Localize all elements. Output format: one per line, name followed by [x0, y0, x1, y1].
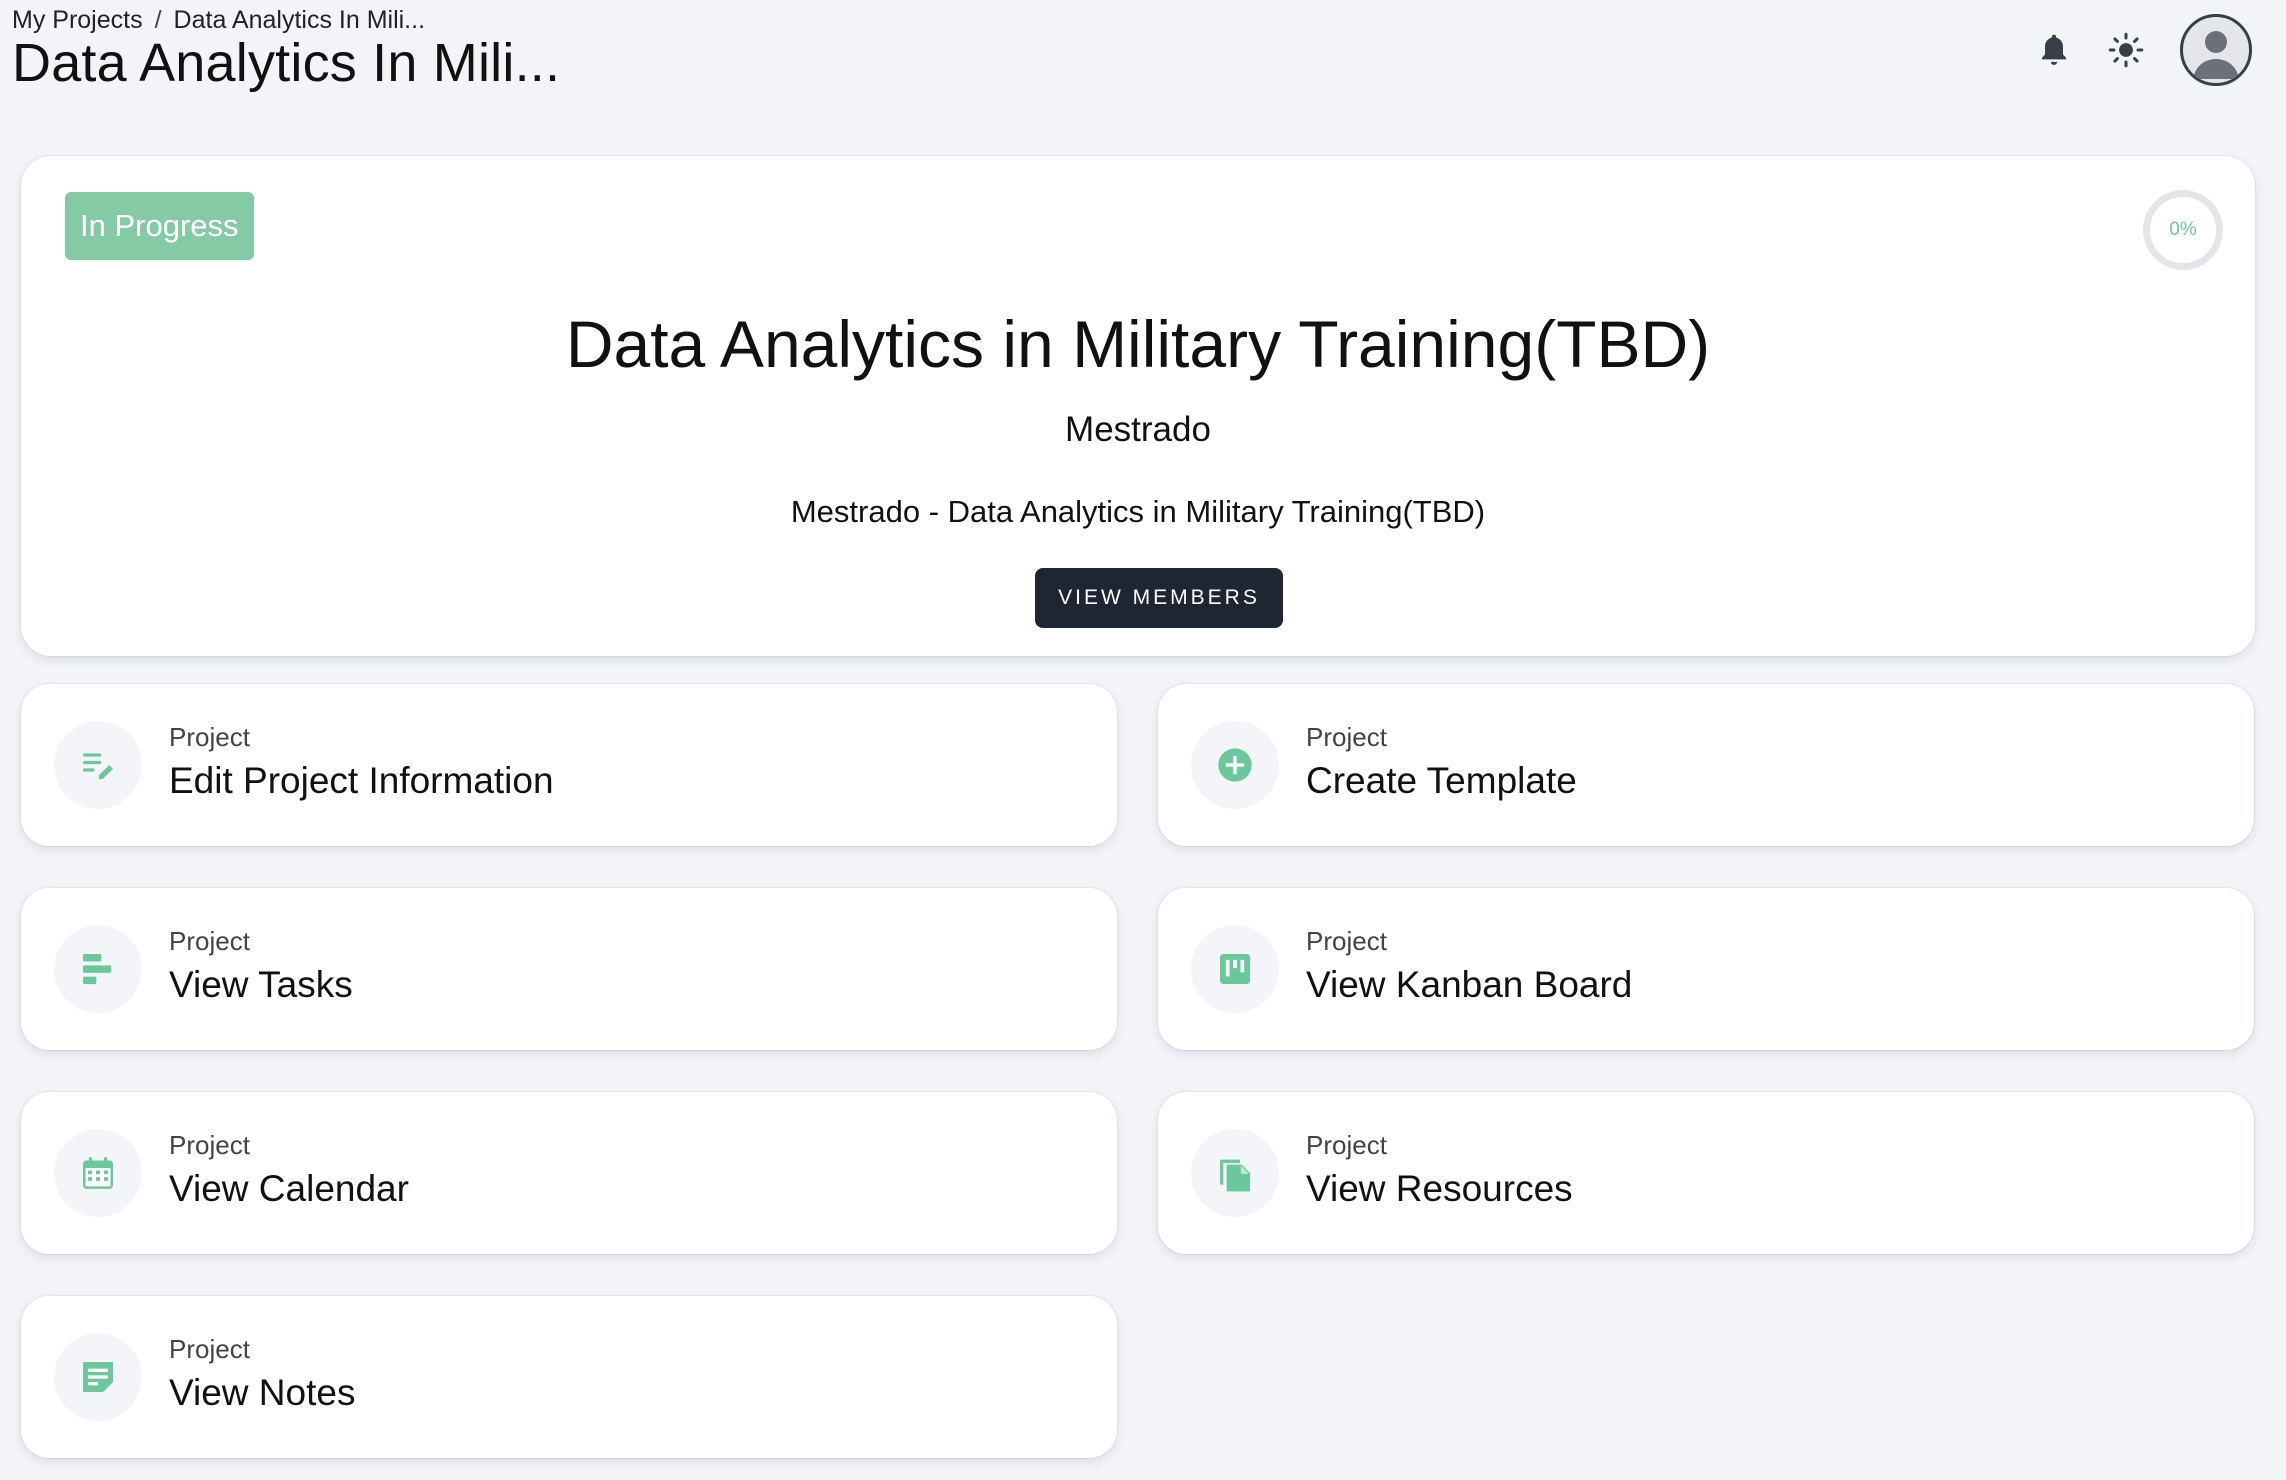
- calendar-icon: [54, 1129, 142, 1217]
- documents-icon: [1191, 1129, 1279, 1217]
- card-title: Create Template: [1306, 760, 1577, 801]
- edit-project-information-card[interactable]: Project Edit Project Information: [21, 684, 1117, 846]
- card-kicker: Project: [169, 926, 250, 956]
- card-title: View Tasks: [169, 964, 353, 1005]
- note-icon: [54, 1333, 142, 1421]
- card-title: Edit Project Information: [169, 760, 554, 801]
- header-actions: [2036, 14, 2252, 86]
- project-description: Mestrado - Data Analytics in Military Tr…: [790, 494, 1486, 529]
- breadcrumb-my-projects[interactable]: My Projects: [12, 6, 143, 35]
- card-kicker: Project: [169, 1334, 250, 1364]
- card-title: View Calendar: [169, 1168, 409, 1209]
- kanban-icon: [1191, 925, 1279, 1013]
- project-summary-card: In Progress 0% Data Analytics in Militar…: [21, 156, 2255, 656]
- task-bars-icon: [54, 925, 142, 1013]
- view-notes-card[interactable]: Project View Notes: [21, 1296, 1117, 1458]
- view-calendar-card[interactable]: Project View Calendar: [21, 1092, 1117, 1254]
- progress-label: 0%: [2169, 219, 2197, 240]
- view-resources-card[interactable]: Project View Resources: [1158, 1092, 2254, 1254]
- edit-notes-icon: [54, 721, 142, 809]
- bell-icon[interactable]: [2036, 32, 2072, 68]
- card-kicker: Project: [1306, 926, 1387, 956]
- status-badge: In Progress: [65, 192, 254, 260]
- progress-indicator: 0%: [2143, 190, 2223, 270]
- breadcrumb-separator: /: [154, 6, 162, 34]
- card-title: View Resources: [1306, 1168, 1573, 1209]
- sun-icon[interactable]: [2108, 32, 2144, 68]
- view-kanban-board-card[interactable]: Project View Kanban Board: [1158, 888, 2254, 1050]
- view-tasks-card[interactable]: Project View Tasks: [21, 888, 1117, 1050]
- card-title: View Kanban Board: [1306, 964, 1633, 1005]
- card-kicker: Project: [1306, 722, 1387, 752]
- card-title: View Notes: [169, 1372, 356, 1413]
- project-subtitle: Mestrado: [1065, 410, 1211, 449]
- user-avatar-icon[interactable]: [2180, 14, 2252, 86]
- card-kicker: Project: [169, 1130, 250, 1160]
- breadcrumb-current: Data Analytics In Mili...: [173, 6, 426, 34]
- card-kicker: Project: [1306, 1130, 1387, 1160]
- add-circle-icon: [1191, 721, 1279, 809]
- view-members-button[interactable]: VIEW MEMBERS: [1035, 568, 1283, 628]
- create-template-card[interactable]: Project Create Template: [1158, 684, 2254, 846]
- breadcrumb: My Projects / Data Analytics In Mili...: [12, 6, 425, 35]
- card-kicker: Project: [169, 722, 250, 752]
- page-title: Data Analytics In Mili...: [12, 33, 561, 93]
- project-title: Data Analytics in Military Training(TBD): [565, 307, 1711, 381]
